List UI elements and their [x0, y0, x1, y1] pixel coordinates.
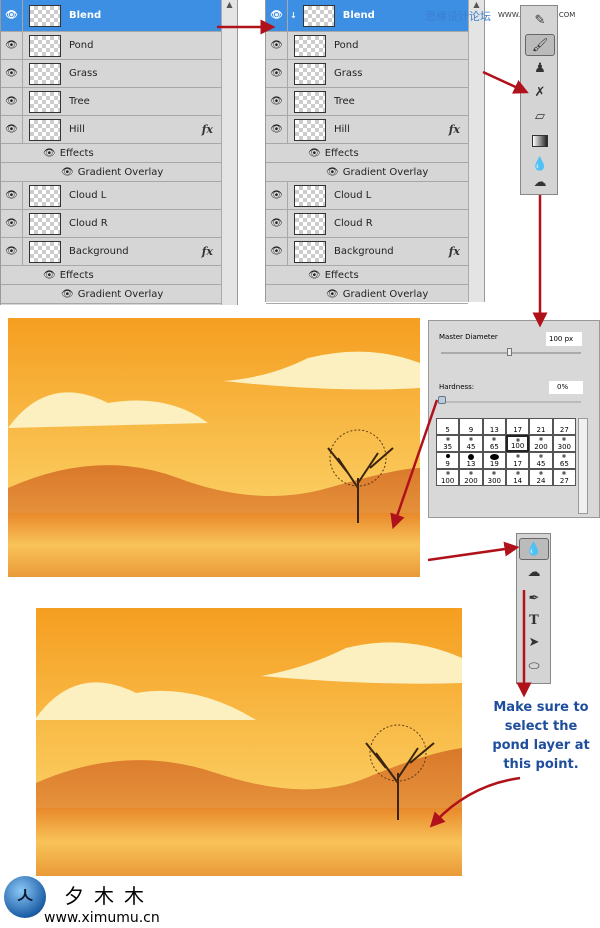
- arrow-to-landscape: [390, 399, 439, 530]
- logo-icon: ㅅ: [4, 876, 46, 918]
- logo-url: www.ximumu.cn: [44, 910, 160, 926]
- annotation-arrows: [217, 19, 548, 828]
- logo-cn: 夕木木: [64, 884, 154, 908]
- arrow-to-pond: [429, 776, 521, 828]
- arrow-to-blur-tool: [427, 541, 520, 562]
- arrow-to-toolbox: [482, 70, 529, 94]
